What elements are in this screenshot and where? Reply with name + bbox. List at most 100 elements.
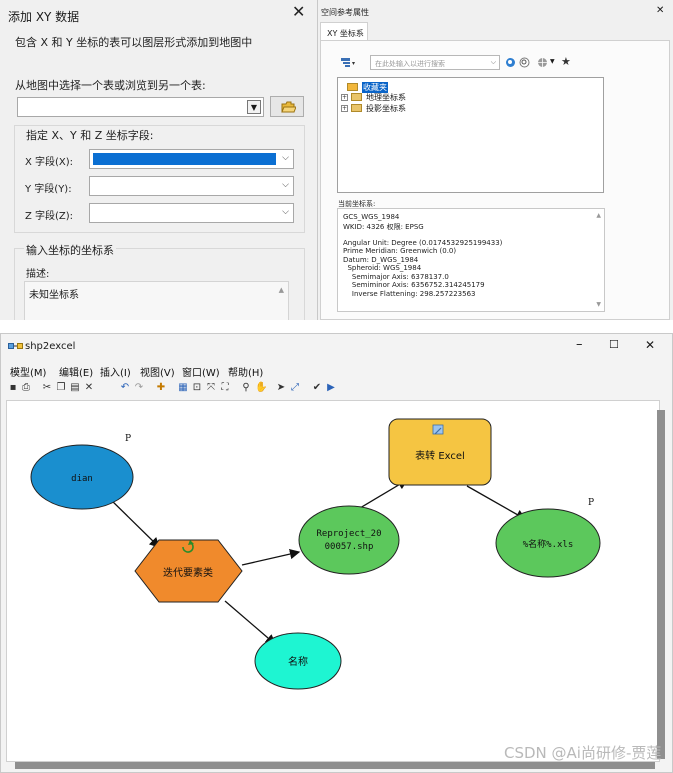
coordinate-system-tree: 收藏夹 + 地理坐标系 + 投影坐标系	[337, 77, 604, 193]
node-reproject-label-1: Reproject_20	[316, 529, 381, 539]
chevron-down-icon[interactable]: ⌵	[282, 153, 289, 163]
filter-icon[interactable]	[340, 57, 356, 69]
redo-icon[interactable]: ↷	[134, 383, 144, 393]
chevron-down-icon[interactable]: ▼	[247, 100, 261, 114]
tree-item-projected[interactable]: + 投影坐标系	[341, 103, 434, 113]
select-icon[interactable]: ➤	[276, 383, 286, 393]
close-icon[interactable]: ✕	[292, 4, 305, 20]
spatial-reference-dialog: 空间参考属性 ✕ XY 坐标系 在此处输入以进行搜索 ⌵ ▼ ★ 收藏夹 + 地…	[317, 0, 673, 320]
menu-window[interactable]: 窗口(W)	[182, 364, 220, 379]
node-name-label: 名称	[288, 655, 308, 668]
delete-icon[interactable]: ✕	[84, 383, 94, 393]
favorite-star-icon[interactable]: ★	[561, 55, 571, 68]
node-reproject-output[interactable]: Reproject_20 00057.shp	[298, 505, 400, 575]
info-line: Datum: D_WGS_1984	[343, 255, 419, 264]
info-line: Angular Unit: Degree (0.0174532925199433…	[343, 238, 503, 247]
search-placeholder: 在此处输入以进行搜索	[375, 60, 445, 68]
menu-insert[interactable]: 插入(I)	[100, 364, 131, 379]
expand-icon[interactable]: +	[341, 94, 348, 101]
node-output-label: %名称%.xls	[523, 538, 574, 550]
tab-xy-coordinate-system[interactable]: XY 坐标系	[320, 22, 368, 40]
tree-item-label: 地理坐标系	[366, 93, 406, 102]
info-line: Semimajor Axis: 6378137.0	[343, 272, 449, 281]
vertical-scrollbar[interactable]	[657, 410, 665, 759]
dialog-title: 添加 XY 数据	[8, 10, 80, 24]
search-input[interactable]: 在此处输入以进行搜索 ⌵	[370, 55, 500, 70]
node-name[interactable]: 名称	[254, 632, 342, 690]
connector-dian-iterate[interactable]	[106, 495, 160, 548]
model-canvas[interactable]: dian P 迭代要素类 名称 Reproject_20 00057.shp 表…	[6, 400, 660, 762]
node-table-to-excel-label: 表转 Excel	[415, 449, 465, 462]
close-button[interactable]: ✕	[645, 338, 655, 352]
window-title: shp2excel	[25, 341, 76, 352]
z-field-select[interactable]: ⌵	[89, 203, 294, 223]
x-field-value	[93, 153, 276, 165]
menu-edit[interactable]: 编辑(E)	[59, 364, 93, 379]
tab-label: XY 坐标系	[327, 29, 364, 38]
add-data-icon[interactable]: ✚	[156, 383, 166, 393]
auto-layout-icon[interactable]: ▦	[178, 383, 188, 393]
tree-item-favorites[interactable]: 收藏夹	[344, 82, 424, 93]
clear-search-icon[interactable]	[519, 57, 530, 68]
close-icon[interactable]: ✕	[656, 5, 664, 16]
menu-model[interactable]: 模型(M)	[10, 364, 46, 379]
scroll-up-icon[interactable]: ▲	[279, 286, 284, 294]
horizontal-scrollbar[interactable]	[15, 762, 655, 769]
node-output-xls[interactable]: %名称%.xls	[495, 508, 601, 578]
node-dian[interactable]: dian	[30, 444, 134, 510]
table-select[interactable]: ▼	[17, 97, 264, 117]
print-icon[interactable]: ⎙	[21, 383, 31, 393]
info-line: WKID: 4326 权限: EPSG	[343, 222, 424, 231]
chevron-down-icon[interactable]: ▼	[550, 58, 555, 65]
menu-help[interactable]: 帮助(H)	[228, 364, 263, 379]
expand-icon[interactable]: +	[341, 105, 348, 112]
y-field-label: Y 字段(Y):	[25, 184, 72, 195]
connector-iterate-name[interactable]	[224, 600, 276, 645]
run-icon[interactable]: ▶	[326, 383, 336, 393]
save-icon[interactable]: ▪	[8, 383, 18, 393]
undo-icon[interactable]: ↶	[120, 383, 130, 393]
z-field-label: Z 字段(Z):	[25, 211, 74, 222]
search-icon[interactable]	[505, 57, 516, 68]
pan-icon[interactable]: ✋	[255, 383, 267, 393]
scroll-up-icon[interactable]: ▲	[596, 212, 601, 219]
node-iterate-feature-classes[interactable]: 迭代要素类	[134, 539, 243, 603]
full-extent-icon[interactable]: ⊡	[192, 383, 202, 393]
node-dian-label: dian	[71, 474, 93, 484]
paste-icon[interactable]: ▤	[70, 383, 80, 393]
y-field-select[interactable]: ⌵	[89, 176, 294, 196]
globe-icon[interactable]	[537, 57, 548, 68]
folder-icon	[351, 93, 362, 101]
menu-view[interactable]: 视图(V)	[140, 364, 175, 379]
choose-table-label: 从地图中选择一个表或浏览到另一个表:	[15, 79, 206, 92]
x-field-label: X 字段(X):	[25, 157, 74, 168]
validate-icon[interactable]: ✔	[312, 383, 322, 393]
cut-icon[interactable]: ✂	[42, 383, 52, 393]
scroll-down-icon[interactable]: ▼	[596, 301, 601, 308]
chevron-down-icon[interactable]: ⌵	[491, 58, 496, 67]
info-line: Prime Meridian: Greenwich (0.0)	[343, 247, 457, 255]
zoom-in-icon[interactable]: ⚲	[241, 383, 251, 393]
fit-icon[interactable]: ⤧	[206, 383, 216, 393]
copy-icon[interactable]: ❐	[56, 383, 66, 393]
chevron-down-icon[interactable]: ⌵	[282, 207, 289, 217]
connector-excel-output[interactable]	[466, 485, 527, 520]
parameter-marker: P	[588, 498, 594, 508]
minimize-button[interactable]: –	[576, 337, 583, 352]
browse-folder-button[interactable]	[270, 96, 304, 117]
connect-icon[interactable]: ⤢	[290, 383, 300, 393]
info-line: Semiminor Axis: 6356752.314245179	[343, 281, 485, 289]
fields-group-label: 指定 X、Y 和 Z 坐标字段:	[24, 127, 156, 143]
node-iterate-label: 迭代要素类	[163, 566, 213, 579]
info-line	[343, 230, 502, 239]
maximize-button[interactable]: ☐	[609, 338, 619, 351]
open-folder-icon	[281, 101, 296, 113]
desc-value: 未知坐标系	[29, 290, 79, 301]
tree-item-geographic[interactable]: + 地理坐标系	[341, 92, 434, 102]
coord-group-label: 输入坐标的坐标系	[24, 242, 116, 258]
tool-icon	[432, 424, 444, 435]
chevron-down-icon[interactable]: ⌵	[282, 180, 289, 190]
zoom-fixed-icon[interactable]: ⛶	[220, 383, 230, 393]
x-field-select[interactable]: ⌵	[89, 149, 294, 169]
connector-iterate-reproject[interactable]	[241, 548, 301, 566]
